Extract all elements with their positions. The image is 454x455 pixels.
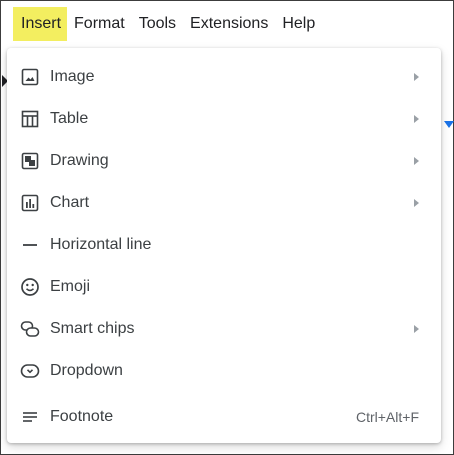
menu-item-chart[interactable]: Chart [7, 182, 441, 224]
chart-icon [18, 191, 42, 215]
menu-help[interactable]: Help [275, 7, 322, 41]
menu-item-label: Table [50, 110, 89, 127]
footnote-icon [18, 405, 42, 429]
menu-item-label: Drawing [50, 152, 109, 169]
menu-item-footnote[interactable]: Footnote Ctrl+Alt+F [7, 396, 441, 438]
menu-item-label: Image [50, 68, 95, 85]
horizontal-line-icon [18, 233, 42, 257]
dropdown-icon [18, 359, 42, 383]
menu-item-label: Smart chips [50, 320, 135, 337]
menu-insert[interactable]: Insert [13, 7, 68, 41]
table-icon [18, 107, 42, 131]
menu-item-emoji[interactable]: Emoji [7, 266, 441, 308]
image-icon [18, 65, 42, 89]
menu-item-label: Footnote [50, 408, 114, 425]
background-caret-icon [444, 121, 454, 128]
submenu-arrow-icon [414, 73, 419, 81]
menubar: Insert Format Tools Extensions Help [1, 1, 454, 47]
menu-item-horizontal-line[interactable]: Horizontal line [7, 224, 441, 266]
menu-item-label: Horizontal line [50, 236, 152, 253]
menu-item-smart-chips[interactable]: Smart chips [7, 308, 441, 350]
menu-item-image[interactable]: Image [7, 56, 441, 98]
submenu-arrow-icon [414, 199, 419, 207]
submenu-arrow-icon [414, 325, 419, 333]
menu-extensions[interactable]: Extensions [183, 7, 275, 41]
submenu-arrow-icon [414, 157, 419, 165]
menu-item-table[interactable]: Table [7, 98, 441, 140]
menu-item-label: Dropdown [50, 362, 123, 379]
menu-item-label: Emoji [50, 278, 91, 295]
insert-dropdown-menu: Image Table Drawing Chart Horizontal lin… [7, 48, 441, 443]
menu-tools[interactable]: Tools [132, 7, 183, 41]
menu-item-dropdown[interactable]: Dropdown [7, 350, 441, 392]
emoji-icon [18, 275, 42, 299]
smart-chips-icon [18, 317, 42, 341]
keyboard-shortcut: Ctrl+Alt+F [355, 409, 419, 425]
app-window: Insert Format Tools Extensions Help Imag… [0, 0, 454, 455]
menu-item-label: Chart [50, 194, 90, 211]
menu-item-drawing[interactable]: Drawing [7, 140, 441, 182]
submenu-arrow-icon [414, 115, 419, 123]
menu-format[interactable]: Format [67, 7, 132, 41]
drawing-icon [18, 149, 42, 173]
